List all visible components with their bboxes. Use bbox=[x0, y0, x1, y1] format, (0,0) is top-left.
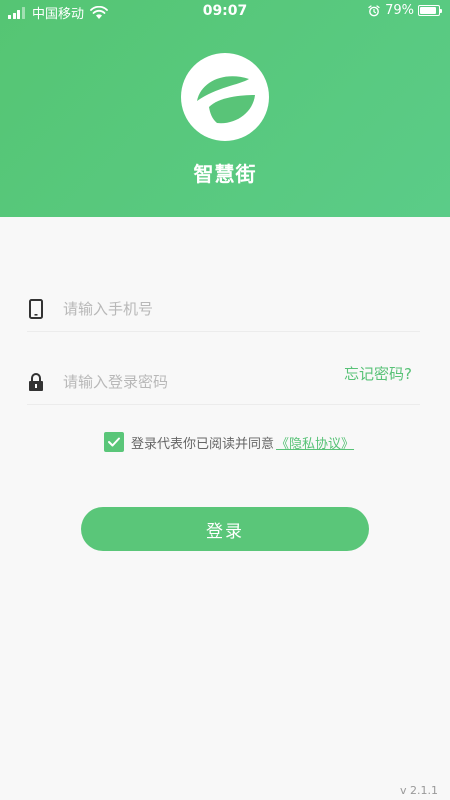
battery-icon bbox=[418, 5, 442, 16]
forgot-password-link[interactable]: 忘记密码? bbox=[344, 363, 412, 384]
agreement-checkbox[interactable] bbox=[104, 432, 124, 452]
phone-input[interactable] bbox=[63, 296, 323, 322]
app-name: 智慧街 bbox=[193, 162, 257, 186]
battery-percent: 79% bbox=[385, 3, 414, 18]
header-banner: 中国移动 09:07 79% 智慧街 bbox=[0, 0, 450, 217]
status-right: 79% bbox=[368, 3, 442, 18]
status-bar: 中国移动 09:07 79% bbox=[0, 0, 450, 24]
privacy-policy-link[interactable]: 《隐私协议》 bbox=[276, 433, 354, 452]
login-button[interactable]: 登录 bbox=[81, 507, 369, 551]
agreement-text: 登录代表你已阅读并同意 bbox=[131, 436, 275, 452]
phone-icon bbox=[29, 299, 43, 319]
lock-icon bbox=[29, 373, 43, 391]
phone-field bbox=[27, 286, 420, 332]
password-input[interactable] bbox=[63, 369, 323, 395]
agreement-row: 登录代表你已阅读并同意 《隐私协议》 bbox=[104, 432, 354, 452]
leaf-logo-icon bbox=[181, 53, 269, 141]
check-icon bbox=[108, 437, 120, 447]
alarm-icon bbox=[368, 4, 380, 16]
version-label: v 2.1.1 bbox=[400, 784, 438, 797]
